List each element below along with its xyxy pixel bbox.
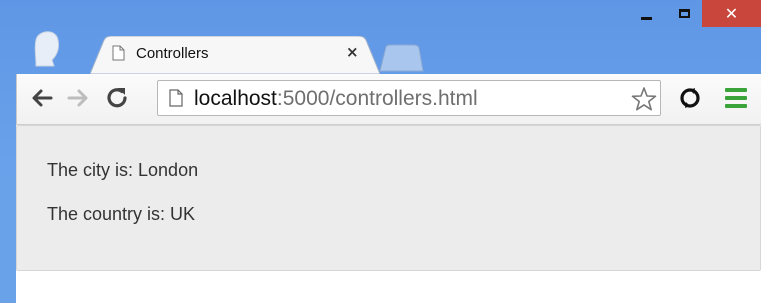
page-viewport: The city is: London The country is: UK xyxy=(16,124,761,303)
forward-arrow-icon[interactable] xyxy=(65,85,91,111)
minimize-button[interactable] xyxy=(626,0,666,27)
maximize-icon xyxy=(678,9,690,18)
extension-icon[interactable] xyxy=(677,85,703,111)
country-text: The country is: UK xyxy=(47,204,196,224)
tab-controllers[interactable]: Controllers × xyxy=(90,36,380,74)
tab-title: Controllers xyxy=(136,45,209,62)
maximize-button[interactable] xyxy=(666,0,702,27)
browser-toolbar: localhost:5000/controllers.html xyxy=(16,74,761,124)
url-path: :5000/controllers.html xyxy=(276,87,478,110)
new-tab-button[interactable] xyxy=(378,44,424,72)
tab-close-icon[interactable]: × xyxy=(346,43,359,61)
minimize-icon xyxy=(640,17,652,20)
close-icon: ✕ xyxy=(724,3,739,23)
content-panel: The city is: London The country is: UK xyxy=(16,125,761,271)
reload-icon[interactable] xyxy=(103,84,131,112)
star-icon[interactable] xyxy=(630,85,658,113)
profile-avatar-icon[interactable] xyxy=(30,26,64,68)
page-icon xyxy=(169,89,183,107)
back-arrow-icon[interactable] xyxy=(29,85,55,111)
city-text: The city is: London xyxy=(47,160,199,180)
url-host: localhost xyxy=(194,87,277,110)
menu-icon[interactable] xyxy=(725,88,747,108)
browser-window: ✕ Controllers × localhost:5000/controlle… xyxy=(0,0,761,303)
page-icon xyxy=(112,45,125,61)
address-bar[interactable]: localhost:5000/controllers.html xyxy=(157,80,661,116)
close-window-button[interactable]: ✕ xyxy=(702,0,761,27)
tab-background xyxy=(90,36,380,74)
url-text[interactable]: localhost:5000/controllers.html xyxy=(194,87,478,111)
